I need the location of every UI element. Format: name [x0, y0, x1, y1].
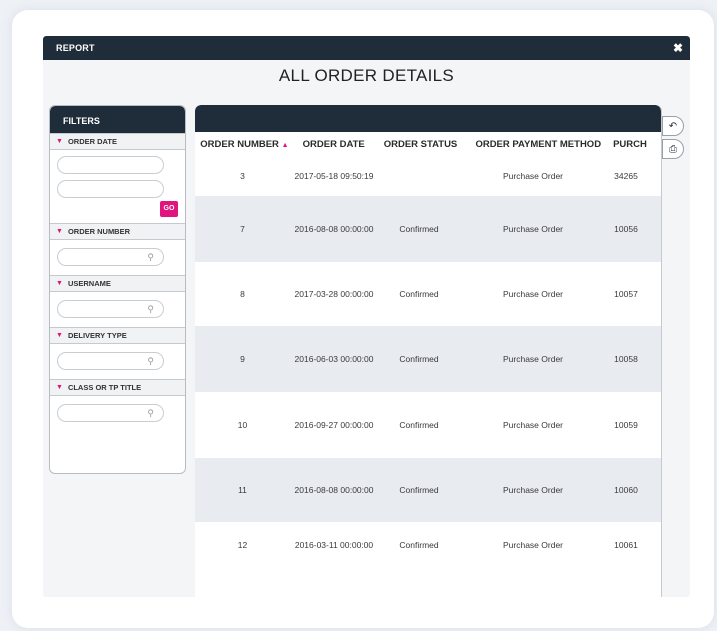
filter-section-order-date[interactable]: ▼ ORDER DATE — [50, 133, 185, 150]
filter-section-label: ORDER NUMBER — [67, 227, 131, 236]
table-panel-header — [195, 105, 661, 132]
order-number-cell: 11 — [238, 485, 247, 495]
column-header-payment-method[interactable]: ORDER PAYMENT METHOD — [467, 139, 609, 150]
order-number-cell: 10 — [237, 420, 248, 430]
filter-section-label: ORDER DATE — [67, 137, 117, 146]
purch-cell: 10056 — [614, 224, 638, 234]
order-date-from-input[interactable] — [57, 156, 164, 174]
order-status-cell: Confirmed — [399, 420, 439, 430]
filter-section-class-or-tp-title[interactable]: ▼ CLASS OR TP TITLE — [50, 379, 185, 396]
column-header-order-status[interactable]: ORDER STATUS — [374, 139, 468, 150]
order-date-cell: 2016-03-11 00:00:00 — [294, 540, 374, 550]
delivery-type-search-input[interactable]: ⚲ — [57, 352, 164, 370]
purch-cell: 10061 — [614, 540, 638, 550]
search-icon: ⚲ — [147, 408, 154, 418]
order-number-cell: 3 — [240, 171, 245, 181]
table-header-row: ORDER NUMBER ▲ ORDER DATE ORDER STATUS O… — [195, 132, 661, 156]
search-icon: ⚲ — [147, 304, 154, 314]
table-body: 3 2017-05-18 09:50:19 Purchase Order 34265 7… — [195, 156, 661, 568]
print-icon[interactable]: ⎙ — [662, 139, 684, 159]
purch-cell: 10057 — [614, 289, 638, 299]
order-date-cell: 2016-08-08 00:00:00 — [294, 485, 374, 495]
order-date-cell: 2016-08-08 00:00:00 — [294, 224, 374, 234]
filter-section-label: DELIVERY TYPE — [67, 331, 127, 340]
column-header-label: ORDER NUMBER — [200, 138, 279, 150]
table-row[interactable]: 9 2016-06-03 00:00:00 Confirmed Purchase Or… — [195, 326, 661, 392]
order-number-cell: 12 — [237, 540, 248, 550]
order-status-cell: Confirmed — [399, 540, 439, 550]
table-row[interactable]: 10 2016-09-27 00:00:00 Confirmed Purchase O… — [195, 392, 661, 458]
order-status-cell: Confirmed — [399, 485, 439, 495]
filter-section-username[interactable]: ▼ USERNAME — [50, 275, 185, 292]
order-number-cell: 9 — [240, 354, 245, 364]
filters-panel: FILTERS ▼ ORDER DATE GO ▼ ORDER NUMBER ⚲… — [49, 105, 186, 474]
payment-method-cell: Purchase Order — [503, 224, 563, 234]
order-status-cell: Confirmed — [399, 224, 439, 234]
back-arrow-icon[interactable]: ↶ — [662, 116, 684, 136]
payment-method-cell: Purchase Order — [503, 485, 563, 495]
order-date-cell: 2017-05-18 09:50:19 — [294, 171, 374, 181]
payment-method-cell: Purchase Order — [503, 420, 563, 430]
caret-down-icon: ▼ — [56, 280, 63, 287]
payment-method-cell: Purchase Order — [503, 171, 563, 181]
table-row[interactable]: 7 2016-08-08 00:00:00 Confirmed Purchase Or… — [195, 196, 661, 262]
dialog-titlebar: REPORT ✖ — [43, 36, 690, 60]
filter-section-label: USERNAME — [67, 279, 111, 288]
caret-down-icon: ▼ — [56, 332, 63, 339]
column-header-order-number[interactable]: ORDER NUMBER ▲ — [195, 139, 294, 150]
order-date-cell: 2017-03-28 00:00:00 — [294, 289, 374, 299]
order-number-cell: 8 — [240, 289, 245, 299]
order-status-cell: Confirmed — [399, 289, 439, 299]
caret-down-icon: ▼ — [56, 384, 63, 391]
username-search-input[interactable]: ⚲ — [57, 300, 164, 318]
column-header-order-date[interactable]: ORDER DATE — [294, 139, 374, 150]
report-dialog: REPORT ✖ ALL ORDER DETAILS FILTERS ▼ ORD… — [43, 36, 690, 597]
table-row[interactable]: 12 2016-03-11 00:00:00 Confirmed Purchase O… — [195, 522, 661, 568]
caret-down-icon: ▼ — [56, 138, 63, 145]
purch-cell: 34265 — [614, 171, 638, 181]
sort-ascending-icon: ▲ — [281, 141, 289, 149]
filters-header: FILTERS — [50, 106, 185, 133]
order-date-to-input[interactable] — [57, 180, 164, 198]
search-icon: ⚲ — [147, 252, 154, 262]
filter-section-delivery-type[interactable]: ▼ DELIVERY TYPE — [50, 327, 185, 344]
table-row[interactable]: 8 2017-03-28 00:00:00 Confirmed Purchase Or… — [195, 262, 661, 326]
order-status-cell: Confirmed — [399, 354, 439, 364]
table-row[interactable]: 3 2017-05-18 09:50:19 Purchase Order 34265 — [195, 156, 661, 196]
orders-table-panel: ORDER NUMBER ▲ ORDER DATE ORDER STATUS O… — [195, 105, 662, 597]
payment-method-cell: Purchase Order — [503, 540, 563, 550]
purch-cell: 10059 — [614, 420, 638, 430]
caret-down-icon: ▼ — [56, 228, 63, 235]
filter-section-label: CLASS OR TP TITLE — [67, 383, 142, 392]
search-icon: ⚲ — [147, 356, 154, 366]
payment-method-cell: Purchase Order — [503, 289, 563, 299]
order-date-cell: 2016-06-03 00:00:00 — [294, 354, 374, 364]
filter-section-order-number[interactable]: ▼ ORDER NUMBER — [50, 223, 185, 240]
page-title: ALL ORDER DETAILS — [43, 60, 690, 91]
purch-cell: 10058 — [614, 354, 638, 364]
close-icon[interactable]: ✖ — [673, 42, 683, 54]
column-header-purch[interactable]: PURCH — [609, 139, 661, 150]
order-date-cell: 2016-09-27 00:00:00 — [294, 420, 374, 430]
go-button[interactable]: GO — [160, 201, 178, 217]
purch-cell: 10060 — [614, 485, 638, 495]
table-row[interactable]: 11 2016-08-08 00:00:00 Confirmed Purchase O… — [195, 458, 661, 522]
order-number-cell: 7 — [240, 224, 245, 234]
payment-method-cell: Purchase Order — [503, 354, 563, 364]
report-body: FILTERS ▼ ORDER DATE GO ▼ ORDER NUMBER ⚲… — [43, 91, 690, 597]
dialog-title: REPORT — [56, 43, 95, 53]
order-number-search-input[interactable]: ⚲ — [57, 248, 164, 266]
class-title-search-input[interactable]: ⚲ — [57, 404, 164, 422]
